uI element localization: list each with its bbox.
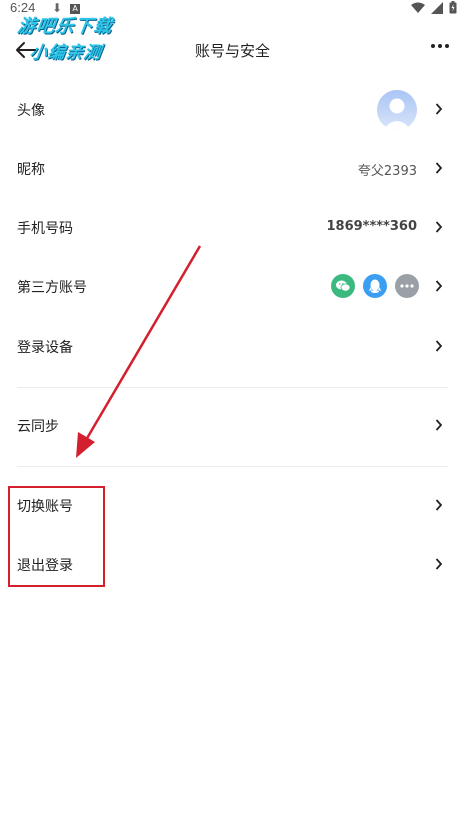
divider bbox=[17, 466, 448, 467]
top-app-bar: 账号与安全 bbox=[0, 30, 465, 70]
divider bbox=[17, 387, 448, 388]
qq-icon bbox=[363, 274, 387, 298]
row-label: 第三方账号 bbox=[17, 280, 87, 296]
chevron-right-icon bbox=[435, 419, 443, 431]
more-dot-icon bbox=[431, 44, 435, 48]
more-options-button[interactable] bbox=[431, 44, 449, 48]
page-title: 账号与安全 bbox=[194, 42, 270, 60]
avatar[interactable] bbox=[377, 90, 417, 130]
chevron-right-icon bbox=[435, 221, 443, 233]
row-login-devices[interactable]: 登录设备 bbox=[0, 318, 465, 376]
chevron-right-icon bbox=[435, 558, 443, 570]
row-avatar[interactable]: 头像 bbox=[0, 81, 465, 139]
wifi-icon bbox=[411, 2, 425, 13]
row-label: 云同步 bbox=[17, 419, 59, 435]
row-nickname[interactable]: 昵称 夸父2393 bbox=[0, 140, 465, 198]
signal-icon bbox=[431, 1, 443, 14]
nickname-value: 夸父2393 bbox=[357, 164, 417, 179]
default-user-icon bbox=[377, 90, 417, 130]
chevron-right-icon bbox=[435, 280, 443, 292]
battery-icon bbox=[449, 1, 457, 14]
chevron-right-icon bbox=[435, 162, 443, 174]
wechat-icon bbox=[331, 274, 355, 298]
row-label: 昵称 bbox=[17, 162, 45, 178]
more-icon bbox=[395, 274, 419, 298]
row-third-party-accounts[interactable]: 第三方账号 bbox=[0, 258, 465, 316]
chevron-right-icon bbox=[435, 103, 443, 115]
more-dot-icon bbox=[438, 44, 442, 48]
row-phone[interactable]: 手机号码 1869****360 bbox=[0, 199, 465, 257]
chevron-right-icon bbox=[435, 499, 443, 511]
row-label: 手机号码 bbox=[17, 221, 73, 237]
row-label: 登录设备 bbox=[17, 340, 73, 356]
highlight-annotation-box bbox=[8, 486, 105, 587]
third-party-icons bbox=[331, 274, 419, 298]
more-dot-icon bbox=[445, 44, 449, 48]
status-system-icons bbox=[411, 1, 457, 14]
row-label: 头像 bbox=[17, 103, 45, 119]
chevron-right-icon bbox=[435, 340, 443, 352]
phone-value: 1869****360 bbox=[326, 219, 417, 234]
row-cloud-sync[interactable]: 云同步 bbox=[0, 397, 465, 455]
